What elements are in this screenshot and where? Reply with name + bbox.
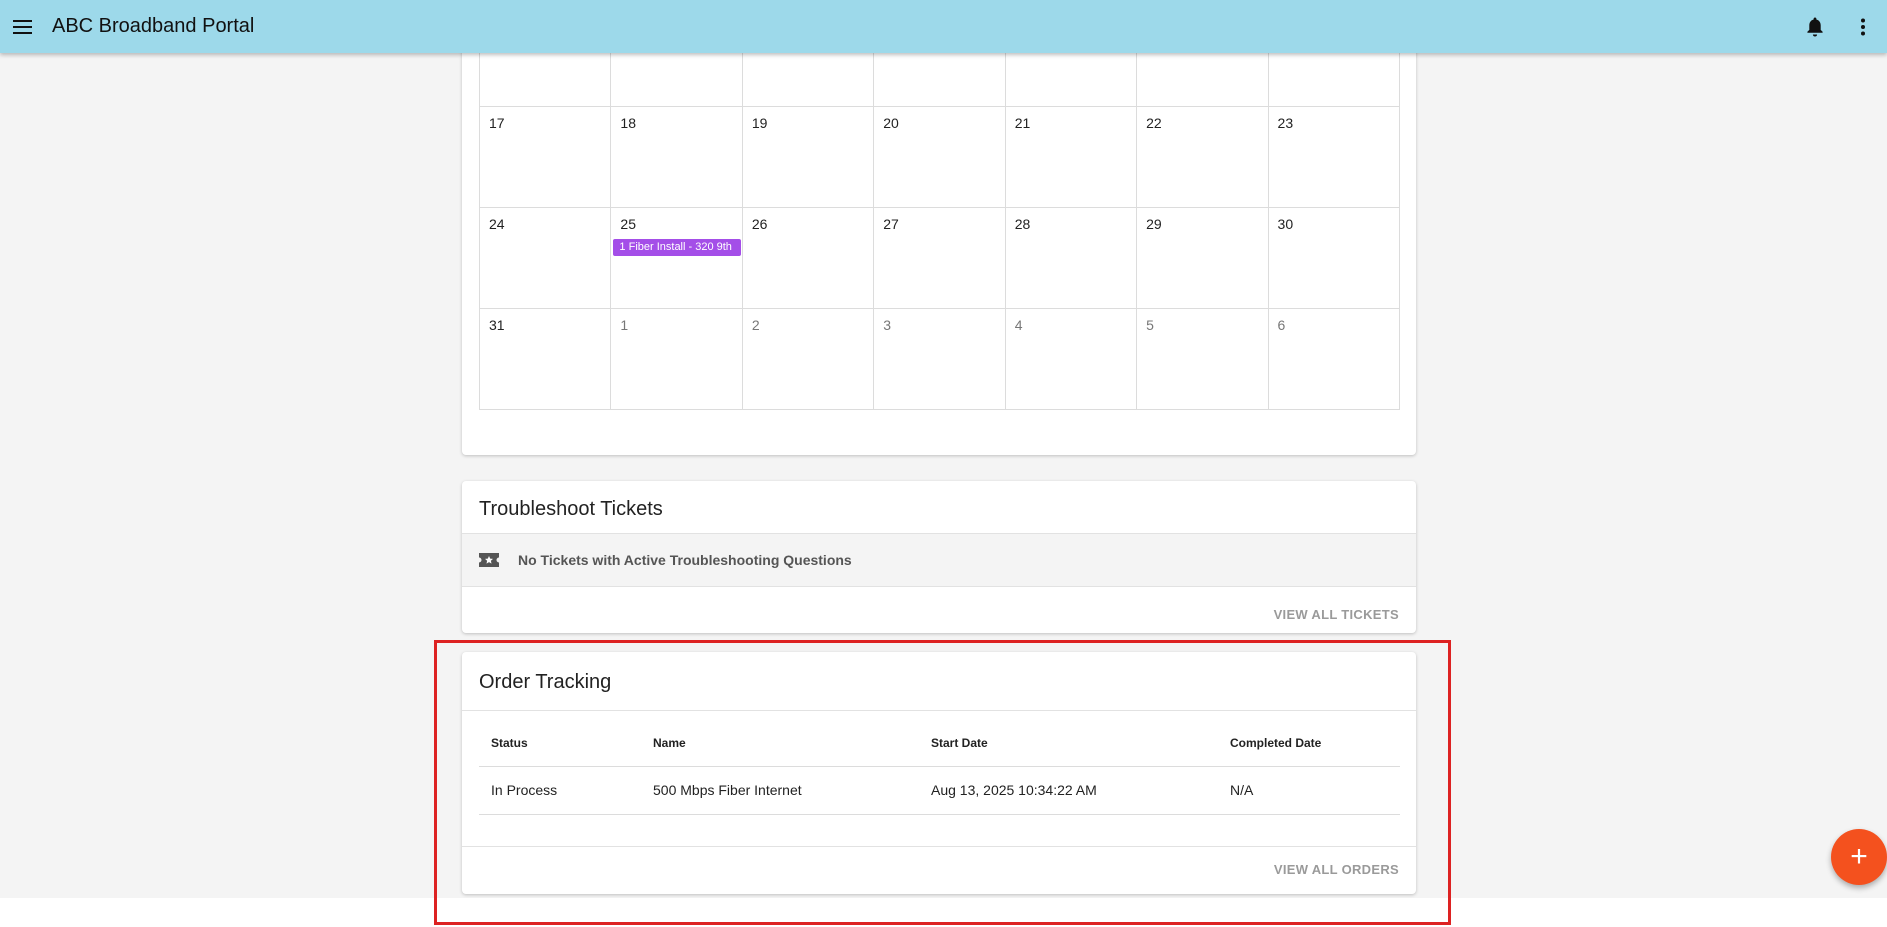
day-number: 2 <box>751 317 760 333</box>
calendar-day-other-month[interactable]: 3 <box>874 309 1006 409</box>
day-number: 5 <box>1146 317 1154 333</box>
orders-table: Status Name Start Date Completed Date In… <box>479 720 1400 815</box>
day-number: 24 <box>489 216 505 232</box>
calendar-day[interactable]: 24 <box>480 208 612 308</box>
calendar-week: 17 18 19 20 21 22 23 <box>480 107 1400 208</box>
calendar-day[interactable]: 17 <box>480 107 612 207</box>
table-row[interactable]: In Process 500 Mbps Fiber Internet Aug 1… <box>479 766 1400 815</box>
more-options-button[interactable] <box>1839 0 1887 53</box>
day-number: 19 <box>751 115 768 131</box>
order-status: In Process <box>479 766 641 815</box>
day-number: 18 <box>620 115 636 131</box>
calendar-day-other-month[interactable]: 2 <box>743 309 875 409</box>
ticket-icon <box>479 553 499 567</box>
tickets-title: Troubleshoot Tickets <box>479 498 663 520</box>
app-bar: ABC Broadband Portal <box>0 0 1887 53</box>
day-number: 21 <box>1014 115 1031 131</box>
calendar-day-other-month[interactable]: 4 <box>1006 309 1138 409</box>
calendar-day[interactable]: 22 <box>1137 107 1269 207</box>
calendar-day-other-month[interactable]: 1 <box>611 309 743 409</box>
page-footer-area <box>0 898 1887 927</box>
day-number: 20 <box>883 115 899 131</box>
order-name: 500 Mbps Fiber Internet <box>641 766 919 815</box>
day-number: 27 <box>883 216 899 232</box>
menu-button[interactable] <box>0 0 46 53</box>
calendar-day[interactable]: 28 <box>1006 208 1138 308</box>
day-number: 6 <box>1277 317 1286 333</box>
calendar-day[interactable]: 29 <box>1137 208 1269 308</box>
calendar-day[interactable]: 18 <box>611 107 743 207</box>
column-header-name[interactable]: Name <box>641 720 919 767</box>
calendar-day[interactable]: 30 <box>1269 208 1400 308</box>
day-number: 30 <box>1277 216 1294 232</box>
order-completed-date: N/A <box>1218 766 1400 815</box>
app-title: ABC Broadband Portal <box>52 15 255 37</box>
day-number: 1 <box>620 317 629 333</box>
column-header-completed-date[interactable]: Completed Date <box>1218 720 1400 767</box>
calendar-day[interactable]: 23 <box>1269 107 1400 207</box>
calendar-day[interactable]: 20 <box>874 107 1006 207</box>
menu-icon <box>13 19 32 34</box>
calendar-day[interactable]: 27 <box>874 208 1006 308</box>
day-number: 25 <box>620 216 636 232</box>
day-number: 26 <box>751 216 768 232</box>
tickets-empty-text: No Tickets with Active Troubleshooting Q… <box>518 552 852 568</box>
column-header-start-date[interactable]: Start Date <box>919 720 1218 767</box>
day-number: 4 <box>1014 317 1023 333</box>
notifications-button[interactable] <box>1791 0 1839 53</box>
plus-icon: + <box>1850 840 1868 873</box>
calendar-event[interactable]: 1 Fiber Install - 320 9th <box>613 239 742 256</box>
calendar-grid: 10 11 12 13 14 15 16 17 18 19 20 21 22 2… <box>479 0 1400 410</box>
day-number: 28 <box>1014 216 1031 232</box>
troubleshoot-tickets-card: Troubleshoot Tickets No Tickets with Act… <box>462 481 1416 633</box>
tickets-empty-state: No Tickets with Active Troubleshooting Q… <box>462 534 1416 586</box>
day-number: 31 <box>489 317 505 333</box>
view-all-tickets-button[interactable]: VIEW ALL TICKETS <box>1274 607 1399 622</box>
orders-title: Order Tracking <box>479 671 612 693</box>
calendar-day[interactable]: 26 <box>743 208 875 308</box>
day-number: 23 <box>1277 115 1294 131</box>
table-header-row: Status Name Start Date Completed Date <box>479 720 1400 767</box>
day-number: 17 <box>489 115 505 131</box>
day-number: 29 <box>1146 216 1162 232</box>
day-number: 3 <box>883 317 892 333</box>
bell-icon <box>1807 17 1823 36</box>
calendar-card: 10 11 12 13 14 15 16 17 18 19 20 21 22 2… <box>462 0 1416 455</box>
day-number: 22 <box>1146 115 1162 131</box>
calendar-week: 31 1 2 3 4 5 6 <box>480 309 1400 410</box>
calendar-week: 24 25 1 Fiber Install - 320 9th 26 27 28… <box>480 208 1400 309</box>
view-all-orders-button[interactable]: VIEW ALL ORDERS <box>1274 862 1399 877</box>
order-start-date: Aug 13, 2025 10:34:22 AM <box>919 766 1218 815</box>
calendar-day-other-month[interactable]: 6 <box>1269 309 1400 409</box>
column-header-status[interactable]: Status <box>479 720 641 767</box>
add-fab-button[interactable]: + <box>1831 829 1887 885</box>
calendar-day[interactable]: 31 <box>480 309 612 409</box>
calendar-day[interactable]: 21 <box>1006 107 1138 207</box>
order-tracking-card: Order Tracking Status Name Start Date Co… <box>462 652 1416 894</box>
calendar-day[interactable]: 25 1 Fiber Install - 320 9th <box>611 208 743 308</box>
calendar-day-other-month[interactable]: 5 <box>1137 309 1269 409</box>
calendar-day[interactable]: 19 <box>743 107 875 207</box>
more-vert-icon <box>1861 18 1865 35</box>
